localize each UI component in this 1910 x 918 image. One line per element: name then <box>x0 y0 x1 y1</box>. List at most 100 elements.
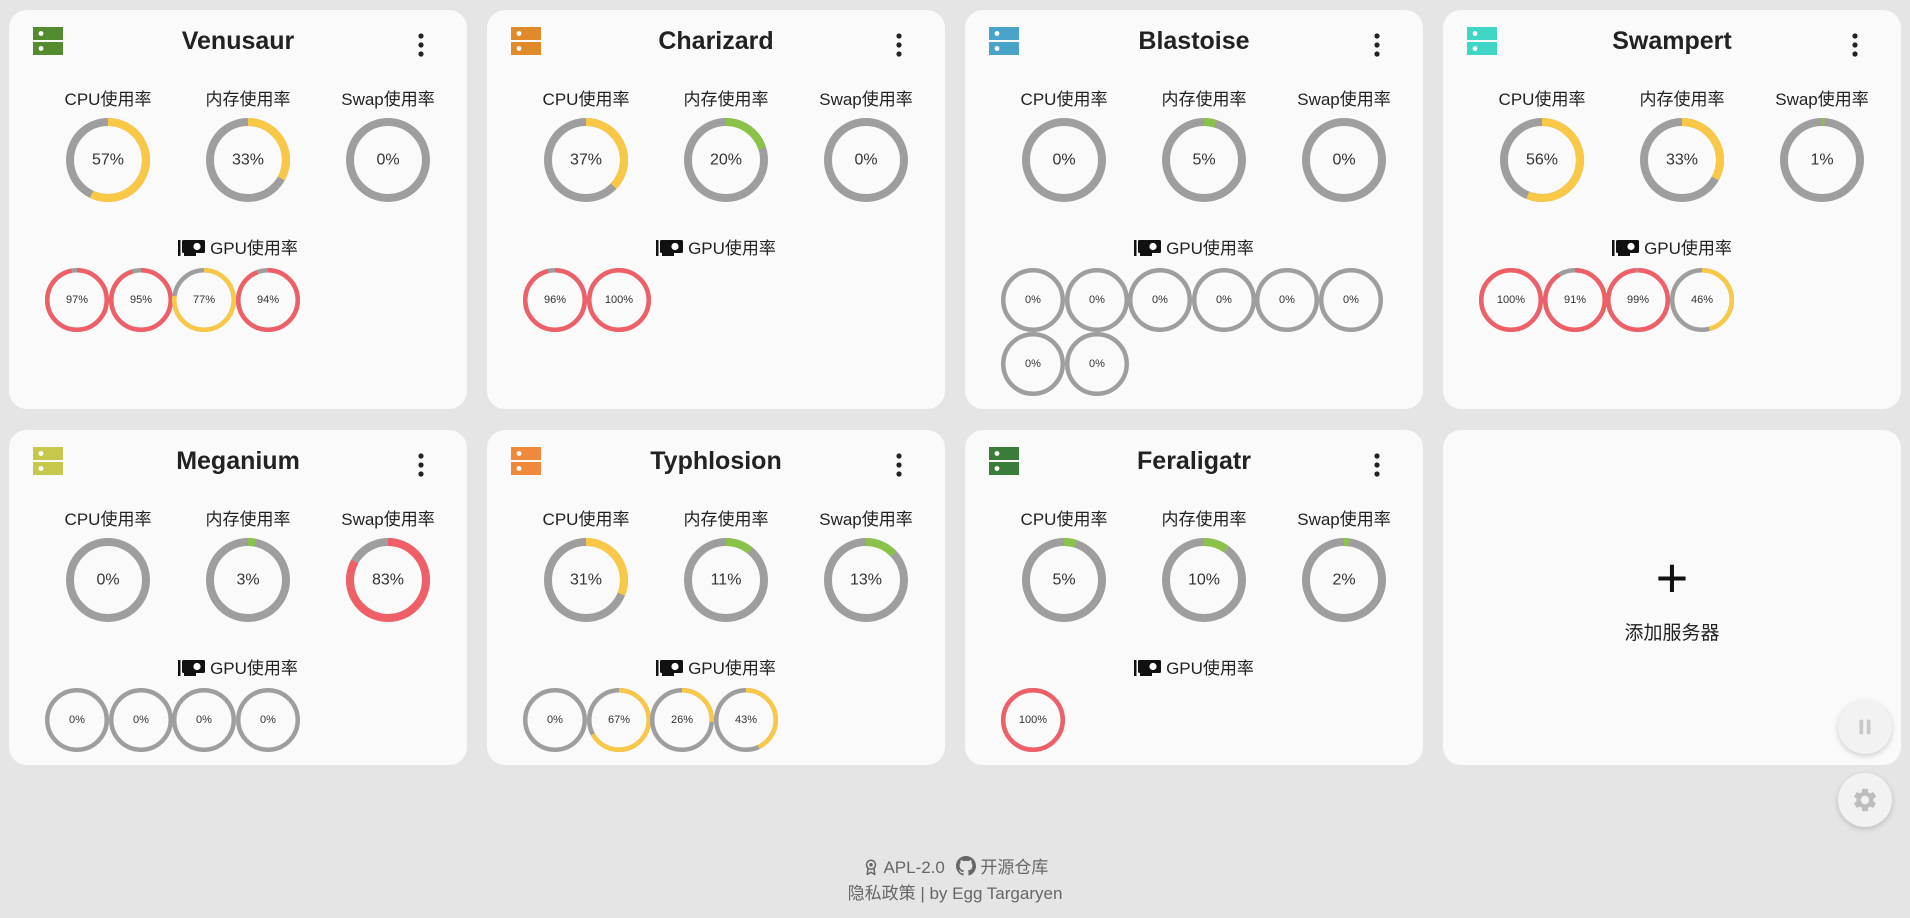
gauge-value: 77% <box>193 294 215 306</box>
gpu-gauge: 26% <box>650 688 714 752</box>
gpu-item: 0% <box>108 688 173 752</box>
cpu-usage: CPU使用率 5% <box>994 508 1134 622</box>
pause-icon <box>1859 719 1871 735</box>
gauge-value: 0% <box>133 714 149 726</box>
gauge-value: 0% <box>69 714 85 726</box>
gpu-item: 94% <box>235 268 300 332</box>
swap-usage-label: Swap使用率 <box>341 90 435 109</box>
cpu-usage-gauge: 31% <box>544 538 628 622</box>
swap-usage-gauge: 2% <box>1302 538 1386 622</box>
privacy-link[interactable]: 隐私政策 <box>848 884 916 903</box>
gauge-value: 0% <box>260 714 276 726</box>
metric-row: CPU使用率 31% 内存使用率 11% Swap使用率 13% <box>516 508 936 622</box>
gpu-gauge-list: 96% 100% <box>523 268 923 332</box>
more-vertical-icon <box>418 453 424 477</box>
metric-row: CPU使用率 0% 内存使用率 5% Swap使用率 0% <box>994 88 1414 202</box>
gauge-value: 100% <box>1019 714 1047 726</box>
gauge-value: 37% <box>570 152 602 169</box>
gpu-usage-header: GPU使用率 <box>9 238 467 260</box>
gpu-item: 0% <box>1191 268 1256 332</box>
gpu-item: 100% <box>586 268 651 332</box>
gauge-value: 0% <box>1343 294 1359 306</box>
gpu-gauge: 46% <box>1669 268 1734 332</box>
gpu-item: 100% <box>1001 688 1065 752</box>
memory-usage: 内存使用率 3% <box>178 508 318 622</box>
gpu-gauge: 100% <box>586 268 651 332</box>
cpu-usage-label: CPU使用率 <box>1020 510 1108 529</box>
server-card: Venusaur CPU使用率 57% 内存使用率 33% Swap使用率 0% GPU使… <box>9 10 467 409</box>
license-link[interactable]: APL-2.0 <box>862 858 950 877</box>
gpu-usage-label: GPU使用率 <box>688 659 776 678</box>
gauge-value: 5% <box>1052 572 1075 589</box>
gauge-value: 0% <box>1332 152 1355 169</box>
gpu-gauge: 100% <box>1479 268 1543 332</box>
swap-usage-label: Swap使用率 <box>341 510 435 529</box>
gauge-value: 91% <box>1563 294 1585 306</box>
cpu-usage-label: CPU使用率 <box>542 510 630 529</box>
gpu-gauge: 0% <box>523 688 587 752</box>
more-menu-button[interactable] <box>1367 450 1387 480</box>
memory-usage: 内存使用率 10% <box>1134 508 1274 622</box>
gauge-value: 0% <box>376 152 399 169</box>
memory-usage-gauge: 11% <box>684 538 768 622</box>
memory-usage: 内存使用率 33% <box>1612 88 1752 202</box>
server-card: Charizard CPU使用率 37% 内存使用率 20% Swap使用率 0% GPU… <box>487 10 945 409</box>
more-menu-button[interactable] <box>889 450 909 480</box>
cpu-usage: CPU使用率 37% <box>516 88 656 202</box>
gpu-gauge-list: 100% <box>1001 688 1401 752</box>
cpu-usage-gauge: 0% <box>66 538 150 622</box>
gpu-item: 46% <box>1669 268 1734 332</box>
server-icon <box>33 26 63 56</box>
gpu-item: 77% <box>172 268 236 332</box>
gpu-gauge: 67% <box>586 688 651 752</box>
gauge-value: 0% <box>1089 358 1105 370</box>
cpu-usage-gauge: 37% <box>544 118 628 202</box>
memory-usage-gauge: 5% <box>1162 118 1246 202</box>
gpu-gauge: 96% <box>523 268 587 332</box>
repo-link[interactable]: 开源仓库 <box>955 856 1049 877</box>
gpu-gauge: 0% <box>1001 268 1065 332</box>
server-name: Meganium <box>176 447 300 475</box>
swap-usage: Swap使用率 1% <box>1752 88 1892 202</box>
memory-usage-label: 内存使用率 <box>1161 510 1247 529</box>
gauge-value: 11% <box>711 572 742 589</box>
more-menu-button[interactable] <box>1845 30 1865 60</box>
gpu-gauge: 0% <box>1318 268 1383 332</box>
gpu-item: 0% <box>1001 332 1065 396</box>
gpu-icon <box>1612 240 1640 256</box>
more-menu-button[interactable] <box>411 30 431 60</box>
plus-icon: + <box>1655 546 1689 609</box>
card-header: Blastoise <box>965 10 1423 70</box>
cpu-usage-label: CPU使用率 <box>542 90 630 109</box>
more-menu-button[interactable] <box>411 450 431 480</box>
add-server-card[interactable]: + 添加服务器 <box>1443 430 1901 765</box>
gpu-icon <box>1134 660 1162 676</box>
gpu-gauge-list: 0% 0% 0% 0% 0% 0% 0% 0% <box>1001 268 1401 396</box>
swap-usage: Swap使用率 13% <box>796 508 936 622</box>
gauge-value: 100% <box>604 294 632 306</box>
more-menu-button[interactable] <box>1367 30 1387 60</box>
cpu-usage-label: CPU使用率 <box>1020 90 1108 109</box>
repo-text: 开源仓库 <box>980 858 1049 877</box>
gpu-gauge: 77% <box>172 268 236 332</box>
gpu-usage-label: GPU使用率 <box>210 659 298 678</box>
more-menu-button[interactable] <box>889 30 909 60</box>
server-name: Swampert <box>1612 27 1732 55</box>
gpu-gauge: 0% <box>1064 268 1129 332</box>
gauge-value: 97% <box>66 294 88 306</box>
cpu-usage: CPU使用率 0% <box>38 508 178 622</box>
gauge-value: 0% <box>1052 152 1075 169</box>
gpu-usage-label: GPU使用率 <box>688 239 776 258</box>
author-credit: by Egg Targaryen <box>929 884 1063 903</box>
server-card: Typhlosion CPU使用率 31% 内存使用率 11% Swap使用率 13% G… <box>487 430 945 765</box>
card-header: Charizard <box>487 10 945 70</box>
gpu-gauge-list: 97% 95% 77% 94% <box>45 268 445 332</box>
settings-button[interactable] <box>1838 773 1892 827</box>
pause-button[interactable] <box>1838 700 1892 754</box>
gpu-item: 0% <box>1128 268 1192 332</box>
swap-usage: Swap使用率 2% <box>1274 508 1414 622</box>
gpu-gauge-list: 0% 67% 26% 43% <box>523 688 923 752</box>
swap-usage-label: Swap使用率 <box>819 510 913 529</box>
cpu-usage-gauge: 57% <box>66 118 150 202</box>
more-vertical-icon <box>1374 33 1380 57</box>
